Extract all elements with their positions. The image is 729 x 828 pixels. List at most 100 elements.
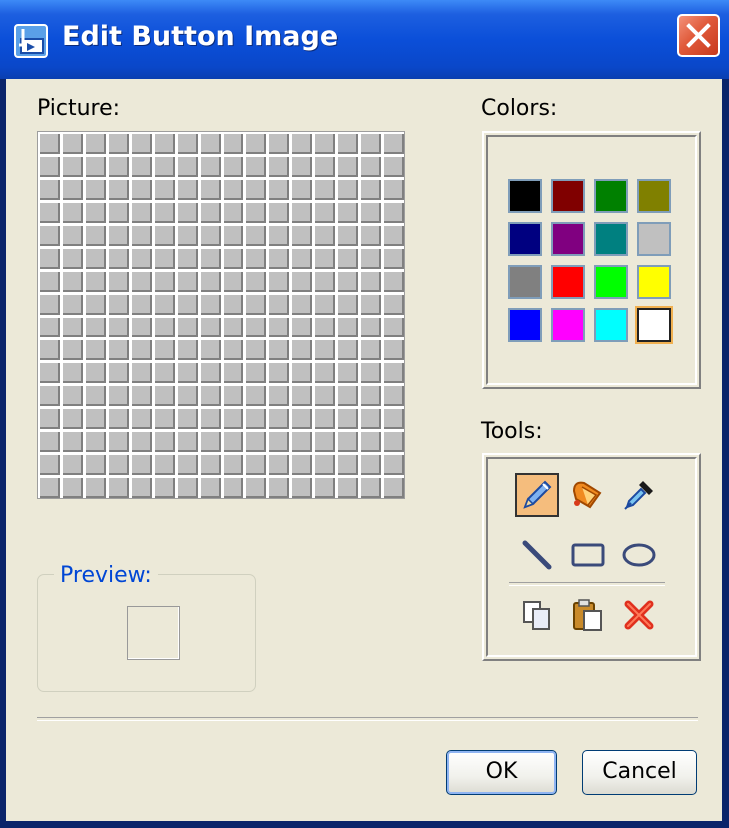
pixel-cell[interactable] [244, 453, 267, 476]
fill-bucket-tool[interactable] [566, 473, 610, 517]
pixel-cell[interactable] [359, 154, 382, 177]
pixel-cell[interactable] [382, 476, 404, 498]
pixel-cell[interactable] [221, 246, 244, 269]
pixel-cell[interactable] [359, 361, 382, 384]
pixel-cell[interactable] [221, 132, 244, 154]
pixel-cell[interactable] [106, 154, 129, 177]
ok-button[interactable]: OK [446, 750, 557, 795]
pixel-cell[interactable] [38, 269, 60, 292]
pixel-cell[interactable] [359, 132, 382, 154]
cancel-button[interactable]: Cancel [582, 750, 697, 795]
pixel-cell[interactable] [175, 407, 198, 430]
pixel-cell[interactable] [83, 292, 106, 315]
pixel-cell[interactable] [244, 315, 267, 338]
pixel-cell[interactable] [38, 154, 60, 177]
eyedropper-tool[interactable] [617, 473, 661, 517]
pixel-cell[interactable] [60, 154, 83, 177]
pixel-cell[interactable] [382, 177, 404, 200]
pixel-cell[interactable] [198, 430, 221, 453]
pixel-cell[interactable] [244, 154, 267, 177]
pixel-cell[interactable] [152, 407, 175, 430]
pixel-cell[interactable] [83, 430, 106, 453]
color-swatch[interactable] [637, 179, 671, 213]
pixel-cell[interactable] [60, 338, 83, 361]
pixel-cell[interactable] [313, 132, 336, 154]
pixel-cell[interactable] [152, 223, 175, 246]
pixel-cell[interactable] [359, 338, 382, 361]
pixel-cell[interactable] [290, 177, 313, 200]
pixel-cell[interactable] [244, 132, 267, 154]
title-bar[interactable]: Edit Button Image [0, 0, 729, 79]
pixel-cell[interactable] [106, 361, 129, 384]
pixel-cell[interactable] [244, 269, 267, 292]
pixel-cell[interactable] [313, 361, 336, 384]
pixel-cell[interactable] [221, 430, 244, 453]
pixel-cell[interactable] [152, 132, 175, 154]
pixel-cell[interactable] [106, 407, 129, 430]
pixel-cell[interactable] [336, 338, 359, 361]
pixel-cell[interactable] [38, 476, 60, 498]
pixel-cell[interactable] [359, 430, 382, 453]
pixel-cell[interactable] [152, 246, 175, 269]
pixel-cell[interactable] [175, 292, 198, 315]
pixel-cell[interactable] [382, 292, 404, 315]
pixel-cell[interactable] [38, 361, 60, 384]
pixel-cell[interactable] [60, 361, 83, 384]
pixel-cell[interactable] [129, 154, 152, 177]
pixel-cell[interactable] [313, 223, 336, 246]
line-tool[interactable] [515, 533, 559, 577]
pixel-cell[interactable] [198, 453, 221, 476]
pixel-cell[interactable] [359, 315, 382, 338]
clear-tool[interactable] [617, 593, 661, 637]
pixel-cell[interactable] [60, 200, 83, 223]
pixel-cell[interactable] [198, 154, 221, 177]
pixel-cell[interactable] [336, 384, 359, 407]
pixel-cell[interactable] [38, 177, 60, 200]
pixel-cell[interactable] [290, 384, 313, 407]
pixel-cell[interactable] [221, 269, 244, 292]
pixel-cell[interactable] [290, 430, 313, 453]
pixel-cell[interactable] [336, 476, 359, 498]
pixel-cell[interactable] [198, 200, 221, 223]
pixel-cell[interactable] [336, 292, 359, 315]
pixel-cell[interactable] [152, 384, 175, 407]
pixel-cell[interactable] [359, 269, 382, 292]
pixel-cell[interactable] [198, 223, 221, 246]
pixel-cell[interactable] [83, 361, 106, 384]
pencil-tool[interactable] [515, 473, 559, 517]
pixel-cell[interactable] [152, 338, 175, 361]
pixel-cell[interactable] [38, 430, 60, 453]
pixel-cell[interactable] [244, 338, 267, 361]
pixel-cell[interactable] [336, 223, 359, 246]
pixel-cell[interactable] [336, 453, 359, 476]
pixel-cell[interactable] [244, 200, 267, 223]
pixel-cell[interactable] [221, 476, 244, 498]
pixel-cell[interactable] [175, 223, 198, 246]
pixel-cell[interactable] [290, 476, 313, 498]
pixel-cell[interactable] [221, 315, 244, 338]
pixel-cell[interactable] [267, 132, 290, 154]
pixel-cell[interactable] [244, 177, 267, 200]
pixel-cell[interactable] [221, 453, 244, 476]
pixel-cell[interactable] [313, 430, 336, 453]
pixel-cell[interactable] [83, 177, 106, 200]
pixel-cell[interactable] [83, 476, 106, 498]
pixel-cell[interactable] [267, 269, 290, 292]
pixel-cell[interactable] [83, 315, 106, 338]
color-swatch[interactable] [551, 222, 585, 256]
pixel-cell[interactable] [198, 384, 221, 407]
pixel-cell[interactable] [382, 315, 404, 338]
paste-tool[interactable] [566, 593, 610, 637]
pixel-cell[interactable] [198, 269, 221, 292]
pixel-cell[interactable] [382, 384, 404, 407]
pixel-cell[interactable] [313, 177, 336, 200]
pixel-cell[interactable] [129, 338, 152, 361]
pixel-cell[interactable] [382, 132, 404, 154]
pixel-cell[interactable] [152, 430, 175, 453]
pixel-cell[interactable] [175, 154, 198, 177]
pixel-cell[interactable] [359, 200, 382, 223]
pixel-cell[interactable] [152, 361, 175, 384]
pixel-cell[interactable] [198, 407, 221, 430]
pixel-cell[interactable] [359, 223, 382, 246]
color-swatch[interactable] [508, 222, 542, 256]
